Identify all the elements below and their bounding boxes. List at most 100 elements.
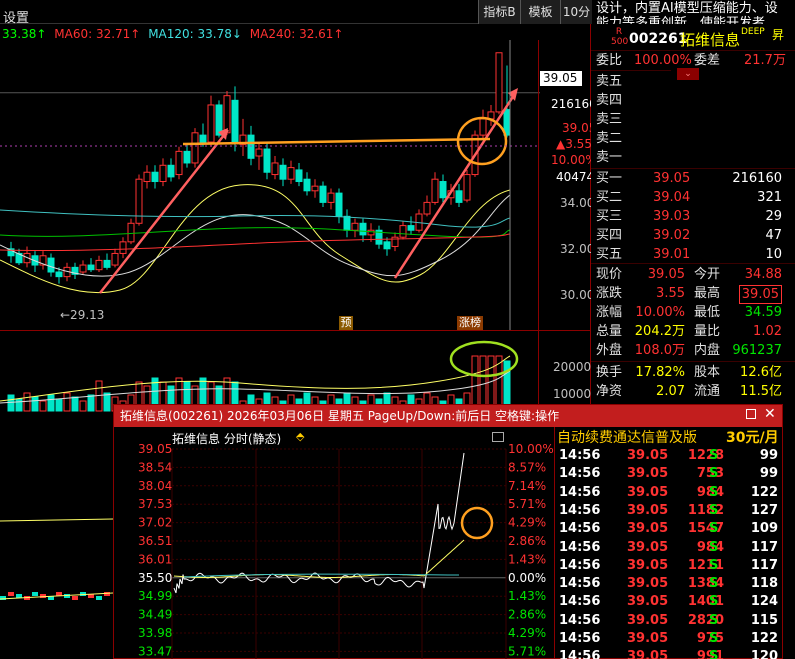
pct-tick: 4.29% — [508, 516, 546, 530]
trade-time: 14:56 — [559, 594, 601, 610]
axis-tick-30: 30.00 — [560, 288, 595, 302]
volume-bar — [47, 394, 55, 412]
trade-side: S — [709, 612, 719, 628]
promo-text[interactable]: 自动续费通达信普及版 — [557, 427, 697, 447]
kline-chart[interactable] — [0, 40, 540, 340]
trade-side: S — [709, 448, 719, 463]
trade-price: 39.05 — [627, 631, 669, 646]
trade-num: 117 — [750, 539, 778, 555]
volume-bar-lower — [32, 592, 38, 596]
intraday-popup[interactable]: 拓维信息(002261) 2026年03月06日 星期五 PageUp/Down… — [113, 404, 783, 659]
trade-num: 127 — [750, 502, 778, 518]
candle — [111, 248, 119, 268]
quote-sep-1 — [591, 50, 795, 51]
sell-label: 卖五 — [596, 74, 623, 89]
volume-bar — [87, 394, 95, 412]
trade-side: S — [709, 576, 719, 592]
buy-label: 买五 — [596, 247, 623, 262]
buy-vol: 47 — [765, 228, 782, 243]
pct-tick: 1.43% — [508, 552, 546, 566]
stat-label-1: 总量 — [596, 324, 623, 339]
trade-num: 99 — [759, 466, 778, 482]
buy-vol: 29 — [765, 209, 782, 224]
trade-time: 14:56 — [559, 448, 601, 463]
stat-row: 现价 39.05 今开 34.88 — [596, 266, 788, 283]
candle — [439, 174, 447, 203]
stat-value-1: 3.55 — [656, 286, 685, 301]
axis-tick-32: 32.00 — [560, 242, 595, 256]
price-tick: 37.53 — [138, 497, 172, 511]
axis-change: ▲3.55 — [556, 137, 592, 151]
price-tick: 38.54 — [138, 460, 172, 474]
candle — [303, 172, 311, 196]
trade-vol: 1211 — [687, 557, 724, 573]
quote-sep-2 — [591, 70, 671, 71]
volume-bar — [15, 398, 23, 412]
trade-time: 14:56 — [559, 539, 601, 555]
trade-price: 39.05 — [627, 502, 669, 518]
candle — [279, 158, 287, 187]
stat-value-2: 1.02 — [753, 324, 782, 339]
candle — [71, 262, 79, 279]
candle — [335, 188, 343, 224]
candle — [79, 260, 87, 275]
stat-label-2: 今开 — [694, 267, 721, 282]
trade-price: 39.05 — [627, 612, 669, 628]
stat-value-1: 2.07 — [656, 384, 685, 399]
volume-bar-lower — [40, 594, 46, 598]
popup-title[interactable]: 拓维信息(002261) 2026年03月06日 星期五 PageUp/Down… — [114, 405, 782, 427]
buy-vol: 321 — [757, 190, 782, 205]
price-tick: 38.04 — [138, 479, 172, 493]
intraday-chart[interactable]: 39.05 10.00% 38.54 8.57% 38.04 7.14% 37.53 5.71… — [114, 427, 554, 659]
deep-tag: DEEP — [741, 27, 765, 37]
r-tag-bottom: 500 — [611, 37, 629, 47]
sell-row: 卖五 — [596, 73, 788, 90]
template-button[interactable]: 模板 — [520, 0, 560, 24]
trade-price: 39.05 — [627, 649, 669, 659]
price-tick: 33.98 — [138, 626, 172, 640]
volume-bar — [79, 400, 87, 412]
candle — [327, 188, 335, 210]
trade-vol: 1228 — [687, 448, 724, 463]
trade-side: S — [709, 557, 719, 573]
candle — [87, 258, 95, 272]
candle — [127, 218, 135, 245]
maximize-icon[interactable] — [746, 409, 756, 419]
trade-side: S — [709, 649, 719, 659]
price-tick: 34.99 — [138, 589, 172, 603]
stat-label-2: 最低 — [694, 305, 721, 320]
stock-name[interactable]: 拓维信息 — [680, 29, 740, 50]
price-tick: 37.02 — [138, 516, 172, 530]
sell-label: 卖二 — [596, 131, 623, 146]
weibi-value: 100.00% — [634, 53, 692, 68]
trade-time: 14:56 — [559, 649, 601, 659]
indicator-button[interactable]: 指标B — [478, 0, 520, 24]
quote-sep-5 — [591, 361, 795, 362]
candle — [311, 179, 319, 198]
candle — [95, 255, 103, 272]
period-button[interactable]: 10分钟 — [560, 0, 592, 24]
settings-button[interactable]: 设置 — [3, 7, 29, 26]
pct-tick: 2.86% — [508, 534, 546, 548]
trend-arrow-2 — [393, 91, 518, 279]
volume-bar — [71, 396, 79, 412]
candle — [343, 209, 351, 238]
axis-pct: 10.00% — [551, 153, 597, 167]
sell-row: 卖四 — [596, 92, 788, 109]
volume-bar — [471, 355, 479, 412]
candle — [359, 218, 367, 242]
r-tag: R 500 — [611, 27, 629, 47]
volume-bar — [63, 392, 71, 412]
candle — [175, 146, 183, 180]
stat-row: 涨跌 3.55 最高 39.05 — [596, 285, 788, 304]
candle — [135, 174, 143, 226]
weibi-label: 委比 — [596, 53, 623, 68]
buy-row: 买五 39.01 10 — [596, 246, 788, 263]
quote-sep-4 — [591, 263, 795, 264]
close-icon[interactable]: ✕ — [764, 406, 776, 422]
sell-label: 卖三 — [596, 112, 623, 127]
promo-price[interactable]: 30元/月 — [726, 427, 779, 447]
weicha-label: 委差 — [694, 53, 721, 68]
ma-legend: 33.38↑ MA60: 32.71↑ MA120: 33.78↓ MA240:… — [2, 27, 343, 41]
volume-bar-lower — [72, 596, 78, 600]
